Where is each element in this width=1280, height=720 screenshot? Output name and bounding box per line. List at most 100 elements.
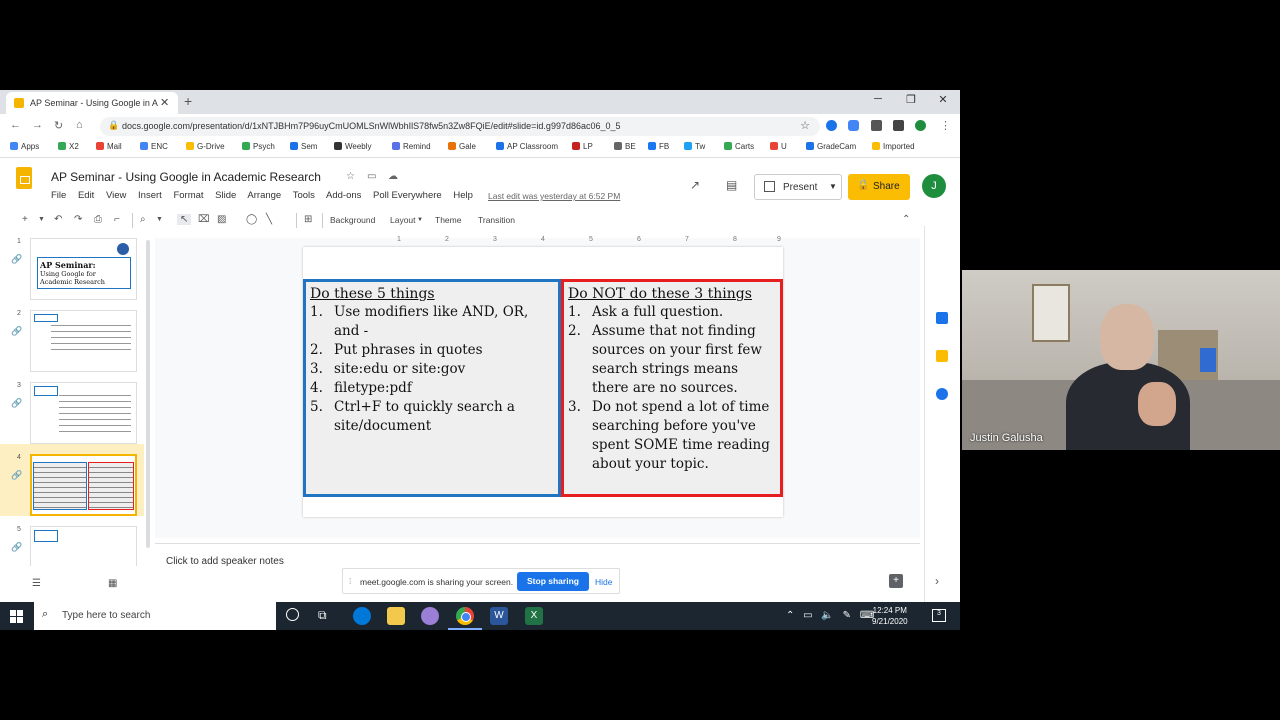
back-icon[interactable]: ← [10,119,21,131]
bookmark-lp[interactable]: LP [572,142,593,151]
chrome-icon[interactable] [456,607,474,625]
drag-handle-icon[interactable]: ⁞ [349,576,351,586]
transition-button[interactable]: Transition [478,215,515,225]
bookmark-remind[interactable]: Remind [392,142,431,151]
new-tab-button[interactable]: + [184,93,192,109]
collapse-toolbar-icon[interactable]: ⌃ [902,214,910,225]
grid-view-icon[interactable]: ▦ [108,578,117,589]
slides-logo-icon[interactable] [16,167,32,189]
menu-tools[interactable]: Tools [293,190,315,201]
document-title[interactable]: AP Seminar - Using Google in Academic Re… [51,170,321,184]
slide-thumb-5[interactable] [30,526,137,566]
slide-thumb-3[interactable] [30,382,137,444]
bookmark-mail[interactable]: Mail [96,142,122,151]
home-icon[interactable]: ⌂ [76,119,83,131]
participant-video-tile[interactable]: Justin Galusha [962,270,1280,450]
menu-arrange[interactable]: Arrange [247,190,281,201]
account-avatar[interactable]: J [922,174,946,198]
excel-icon[interactable]: X [525,607,543,625]
text-box-icon[interactable]: ⌧ [198,214,210,225]
bookmark-gale[interactable]: Gale [448,142,476,151]
network-icon[interactable]: ▭ [803,610,812,621]
background-button[interactable]: Background [330,215,375,225]
hide-banner-button[interactable]: Hide [595,577,612,587]
explore-icon[interactable]: + [889,574,903,588]
bookmark-enc[interactable]: ENC [140,142,168,151]
slide-thumb-2[interactable] [30,310,137,372]
menu-addons[interactable]: Add-ons [326,190,361,201]
move-folder-icon[interactable]: ▭ [367,171,376,182]
menu-edit[interactable]: Edit [78,190,94,201]
speaker-extension-icon[interactable] [871,120,882,131]
bookmark-ap-classroom[interactable]: AP Classroom [496,142,558,151]
layout-button[interactable]: Layout [390,215,416,225]
last-edit-link[interactable]: Last edit was yesterday at 6:52 PM [488,191,620,201]
bookmark-sem[interactable]: Sem [290,142,317,151]
do-these-text-box[interactable]: Do these 5 things 1. Use modifiers like A… [303,279,561,497]
current-slide[interactable]: Do these 5 things 1. Use modifiers like A… [303,247,783,517]
menu-help[interactable]: Help [453,190,473,201]
chevron-up-icon[interactable]: ⌃ [786,610,794,621]
new-slide-icon[interactable]: + [22,214,28,225]
restore-icon[interactable]: ❐ [897,93,925,106]
speaker-notes-field[interactable]: Click to add speaker notes [166,556,284,567]
browser-tab-active[interactable]: AP Seminar - Using Google in Ac ✕ [6,92,178,114]
bookmark-fb[interactable]: FB [648,142,669,151]
menu-format[interactable]: Format [173,190,203,201]
bookmark-be[interactable]: BE [614,142,636,151]
volume-icon[interactable]: 🔈 [821,610,833,621]
do-not-text-box[interactable]: Do NOT do these 3 things 1. Ask a full qu… [561,279,783,497]
activity-trend-icon[interactable]: ↗ [690,178,700,192]
reload-icon[interactable]: ↻ [54,119,63,132]
profile-icon[interactable] [915,120,926,131]
app-icon[interactable] [421,607,439,625]
taskbar-search[interactable]: ⌕ Type here to search [34,602,276,630]
bookmark-gradecam[interactable]: GradeCam [806,142,856,151]
menu-file[interactable]: File [51,190,66,201]
menu-insert[interactable]: Insert [138,190,162,201]
clock[interactable]: 12:24 PM 9/21/2020 [872,605,908,627]
more-menu-icon[interactable]: ⋮ [940,119,951,132]
bookmark-weebly[interactable]: Weebly [334,142,372,151]
notifications-icon[interactable]: 3 [932,609,946,622]
address-bar[interactable]: 🔒 docs.google.com/presentation/d/1xNTJBH… [100,117,820,136]
redo-icon[interactable]: ↷ [74,214,82,225]
chevron-right-icon[interactable]: › [935,574,939,588]
notes-divider[interactable] [155,543,920,544]
extension-icon[interactable] [826,120,837,131]
select-cursor-icon[interactable]: ↖ [177,214,192,225]
filmstrip-view-icon[interactable]: ☰ [32,578,41,589]
bookmark-u[interactable]: U [770,142,787,151]
chevron-down-icon[interactable]: ▼ [829,182,837,191]
stop-sharing-button[interactable]: Stop sharing [517,572,589,591]
word-icon[interactable]: W [490,607,508,625]
shape-icon[interactable]: ◯ [246,214,257,225]
calendar-icon[interactable] [936,312,948,324]
slide-thumb-4-active[interactable] [30,454,137,516]
forward-icon[interactable]: → [32,119,43,131]
add-comment-icon[interactable]: ⊞ [304,214,312,225]
bookmark-x2[interactable]: X2 [58,142,79,151]
share-button[interactable]: 🔒 Share [848,174,910,200]
bookmark-gdrive[interactable]: G-Drive [186,142,225,151]
bookmark-star-icon[interactable]: ☆ [800,119,810,132]
bookmark-apps[interactable]: Apps [10,142,39,151]
menu-poll-everywhere[interactable]: Poll Everywhere [373,190,442,201]
close-window-icon[interactable]: ✕ [929,93,957,106]
close-tab-icon[interactable]: ✕ [160,96,169,109]
menu-view[interactable]: View [106,190,126,201]
present-button[interactable]: Present ▼ [754,174,842,200]
chevron-down-icon[interactable]: ▼ [156,216,163,223]
line-icon[interactable]: ╲ [266,214,272,225]
zoom-icon[interactable]: ⌕ [140,214,146,225]
microphone-extension-icon[interactable] [848,120,859,131]
bookmark-psych[interactable]: Psych [242,142,275,151]
tasks-icon[interactable] [936,388,948,400]
star-icon[interactable]: ☆ [346,171,355,182]
menu-slide[interactable]: Slide [215,190,236,201]
task-view-icon[interactable]: ⧉ [318,608,327,623]
bookmark-tw[interactable]: Tw [684,142,705,151]
bookmark-folder-imported[interactable]: Imported [872,142,915,151]
undo-icon[interactable]: ↶ [54,214,62,225]
comments-icon[interactable]: ▤ [726,178,737,192]
